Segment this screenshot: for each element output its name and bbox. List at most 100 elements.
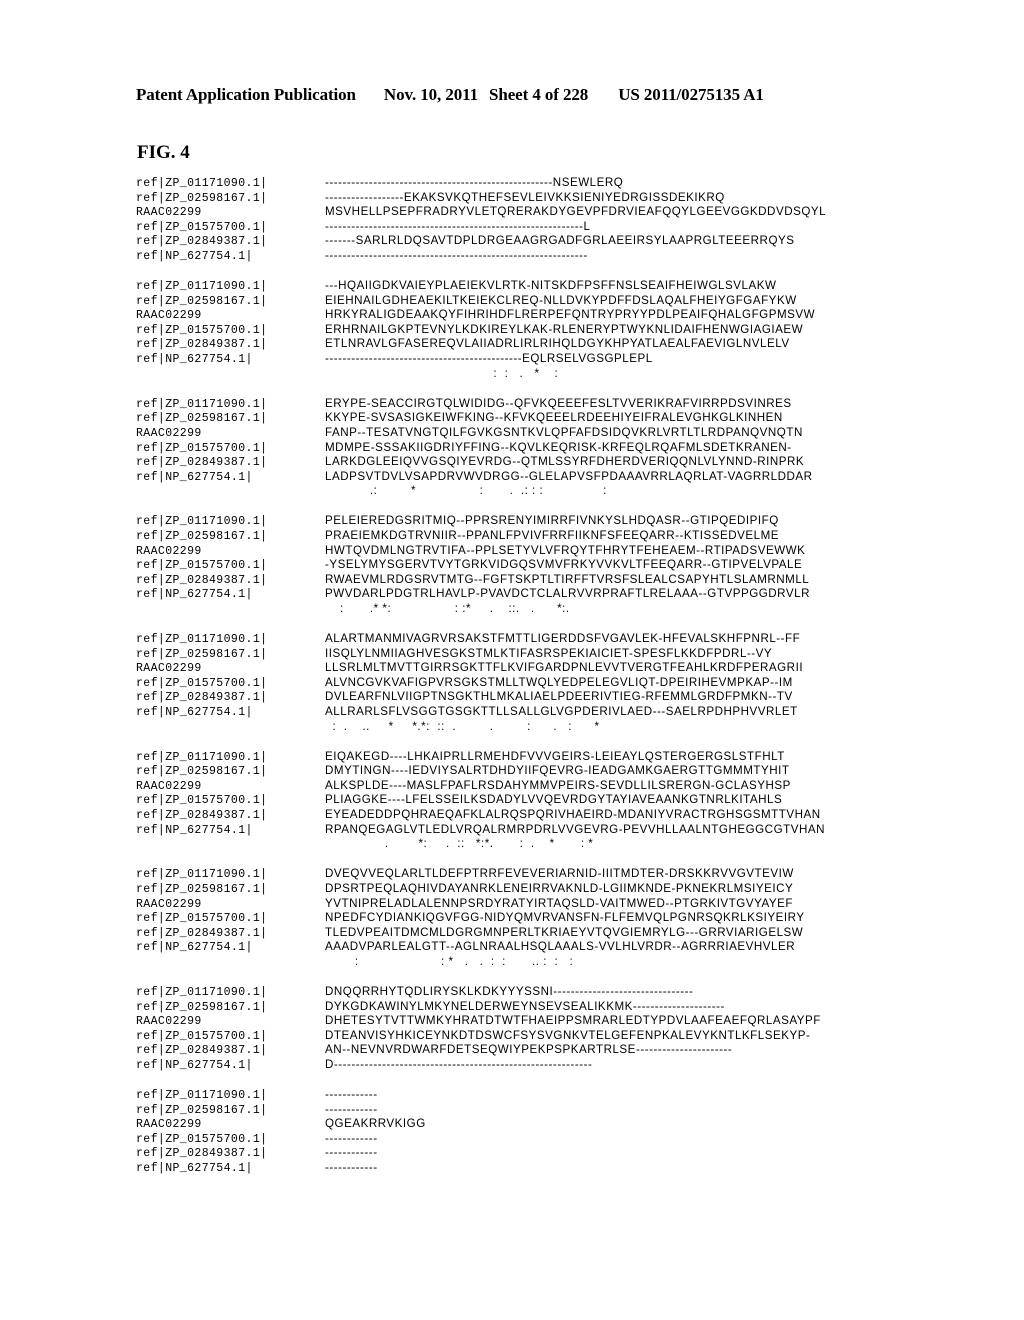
alignment-row: ref|ZP_01171090.1| EIQAKEGD----LHKAIPRLLR…	[136, 750, 936, 765]
sequence-label: ref|ZP_02849387.1|	[136, 235, 268, 249]
sequence-label: ref|ZP_02598167.1|	[136, 1000, 268, 1014]
sequence-text: IISQLYLNMIIAGHVESGKSTMLKTIFASRSPEKIAICIE…	[325, 646, 773, 660]
alignment-row: ref|NP_627754.1| PWVDARLPDGTRLHAVLP-PVAVD…	[136, 587, 936, 602]
alignment-row: ref|ZP_02598167.1| ------------------EKAK…	[136, 191, 936, 206]
alignment-row: ref|ZP_01575700.1| ALVNCGVKVAFIGPVRSGKSTM…	[136, 676, 936, 691]
sequence-label: ref|ZP_02598167.1|	[136, 882, 268, 896]
alignment-row: RAAC02299 DHETESYTVTTWMKYHRATDTWTFHAEIPPS…	[136, 1014, 936, 1029]
alignment-row: ref|ZP_01575700.1| ----------------------…	[136, 220, 936, 235]
alignment-row: ref|ZP_01171090.1| DNQQRRHYTQDLIRYSKLKDKY…	[136, 985, 936, 1000]
alignment-row: ref|ZP_01171090.1| ERYPE-SEACCIRGTQLWIDID…	[136, 397, 936, 412]
sequence-label: ref|ZP_01575700.1|	[136, 676, 268, 690]
alignment-block: ref|ZP_01171090.1| ---HQAIIGDKVAIEYPLAEIE…	[136, 279, 936, 381]
alignment-row: ref|ZP_02849387.1| TLEDVPEAITDMCMLDGRGMNP…	[136, 926, 936, 941]
alignment-row: RAAC02299 HWTQVDMLNGTRVTIFA--PPLSETYVLVFR…	[136, 544, 936, 559]
sequence-label: ref|NP_627754.1|	[136, 588, 253, 602]
alignment-row: ref|ZP_01171090.1| DVEQVVEQLARLTLDEFPTRRF…	[136, 867, 936, 882]
alignment-row: ref|NP_627754.1| ------------	[136, 1161, 936, 1176]
header-patent-number: US 2011/0275135 A1	[618, 85, 764, 104]
alignment-row: ref|ZP_01575700.1| -YSELYMYSGERVTVYTGRKVI…	[136, 558, 936, 573]
sequence-label: ref|ZP_01575700.1|	[136, 912, 268, 926]
sequence-text: ----------------------------------------…	[325, 219, 591, 233]
sequence-text: ERHRNAILGKPTEVNYLKDKIREYLKAK-RLENERYPTWY…	[325, 322, 804, 336]
sequence-label: ref|ZP_02849387.1|	[136, 573, 268, 587]
conservation-row: : . .. * *.*: :: . . : . : *	[136, 720, 936, 735]
sequence-label: ref|ZP_02598167.1|	[136, 294, 268, 308]
sequence-text: ----------------------------------------…	[325, 176, 624, 189]
sequence-text: YVTNIPRELADLALENNPSRDYRATYIRTAQSLD-VAITM…	[325, 896, 793, 910]
conservation-symbols: : .* *: : :* . ::. . *:.	[325, 601, 570, 615]
alignment-block: ref|ZP_01171090.1| PELEIEREDGSRITMIQ--PPR…	[136, 514, 936, 616]
sequence-label: RAAC02299	[136, 309, 202, 323]
sequence-label: ref|ZP_02598167.1|	[136, 765, 268, 779]
sequence-text: DTEANVISYHKICEYNKDTDSWCFSYSVGNKVTELGEFEN…	[325, 1028, 811, 1042]
sequence-text: TLEDVPEAITDMCMLDGRGMNPERLTKRIAEYVTQVGIEM…	[325, 925, 804, 939]
alignment-row: RAAC02299 LLSRLMLTMVTTGIRRSGKTTFLKVIFGARD…	[136, 661, 936, 676]
sequence-text: DVLEARFNLVIIGPTNSGKTHLMKALIAELPDEERIVTIE…	[325, 690, 793, 704]
sequence-label: ref|ZP_02598167.1|	[136, 647, 268, 661]
alignment-row: RAAC02299 QGEAKRRVKIGG	[136, 1117, 936, 1132]
alignment-row: RAAC02299 HRKYRALIGDEAAKQYFIHRIHDFLRERPEF…	[136, 308, 936, 323]
alignment-row: ref|ZP_02598167.1| ------------	[136, 1103, 936, 1118]
alignment-row: ref|NP_627754.1| ------------------------…	[136, 352, 936, 367]
sequence-label: ref|ZP_01575700.1|	[136, 441, 268, 455]
sequence-text: ----------------------------------------…	[325, 248, 588, 262]
sequence-label: ref|NP_627754.1|	[136, 1058, 253, 1072]
sequence-text: PWVDARLPDGTRLHAVLP-PVAVDCTCLALRVVRPRAFTL…	[325, 587, 810, 601]
sequence-label: ref|NP_627754.1|	[136, 353, 253, 367]
sequence-label: RAAC02299	[136, 662, 202, 676]
sequence-label: ref|ZP_01575700.1|	[136, 220, 268, 234]
sequence-text: ----------------------------------------…	[325, 352, 653, 366]
alignment-row: ref|ZP_02849387.1| ETLNRAVLGFASEREQVLAIIA…	[136, 337, 936, 352]
alignment-row: ref|ZP_01575700.1| MDMPE-SSSAKIIGDRIYFFIN…	[136, 441, 936, 456]
alignment-row: ref|ZP_02598167.1| DYKGDKAWINYLMKYNELDERW…	[136, 1000, 936, 1015]
figure-label: FIG. 4	[137, 142, 190, 163]
sequence-text: MSVHELLPSEPFRADRYVLETQRERAKDYGEVPFDRVIEA…	[325, 205, 827, 219]
sequence-label: ref|ZP_01171090.1|	[136, 986, 268, 999]
sequence-label: ref|ZP_01171090.1|	[136, 633, 268, 647]
alignment-row: ref|NP_627754.1| ------------------------…	[136, 249, 936, 264]
conservation-row: . *: . :: *:*. : . * : *	[136, 837, 936, 852]
alignment-row: ref|ZP_01171090.1| ALARTMANMIVAGRVRSAKSTF…	[136, 632, 936, 647]
sequence-text: -------SARLRLDQSAVTDPLDRGEAAGRGADFGRLAEE…	[325, 234, 795, 248]
alignment-row: ref|ZP_01171090.1| ----------------------…	[136, 176, 936, 191]
sequence-label: ref|ZP_02849387.1|	[136, 926, 268, 940]
alignment-row: ref|ZP_02849387.1| AN--NEVNVRDWARFDETSEQW…	[136, 1043, 936, 1058]
header-publication: Patent Application Publication	[136, 85, 356, 104]
sequence-label: ref|ZP_01575700.1|	[136, 323, 268, 337]
sequence-text: EYEADEDDPQHRAEQAFKLALRQSPQRIVHAEIRD-MDAN…	[325, 808, 821, 822]
sequence-label: ref|ZP_01575700.1|	[136, 1132, 268, 1146]
alignment-row: ref|ZP_02598167.1| DPSRTPEQLAQHIVDAYANRKL…	[136, 882, 936, 897]
sequence-alignment: ref|ZP_01171090.1| ----------------------…	[136, 176, 936, 1176]
sequence-label: ref|NP_627754.1|	[136, 706, 253, 719]
sequence-text: EIQAKEGD----LHKAIPRLLRMEHDFVVVGEIRS-LEIE…	[325, 749, 785, 763]
conservation-symbols: : : * . . : : .. : : :	[325, 954, 574, 968]
sequence-label: ref|ZP_01171090.1|	[136, 397, 268, 411]
sequence-label: ref|NP_627754.1|	[136, 823, 253, 837]
sequence-label: ref|ZP_02849387.1|	[136, 1147, 268, 1161]
sequence-label: ref|ZP_02598167.1|	[136, 1103, 268, 1117]
sequence-text: ------------	[325, 1146, 378, 1160]
sequence-label: ref|ZP_02598167.1|	[136, 412, 268, 426]
sequence-text: ------------	[325, 1161, 378, 1175]
sequence-label: RAAC02299	[136, 206, 202, 220]
sequence-label: ref|ZP_01575700.1|	[136, 1029, 268, 1043]
alignment-row: ref|ZP_02849387.1| DVLEARFNLVIIGPTNSGKTHL…	[136, 690, 936, 705]
alignment-row: RAAC02299 MSVHELLPSEPFRADRYVLETQRERAKDYGE…	[136, 205, 936, 220]
sequence-text: FANP--TESATVNGTQILFGVKGSNTKVLQPFAFDSIDQV…	[325, 425, 803, 439]
sequence-text: -YSELYMYSGERVTVYTGRKVIDGQSVMVFRKYVVKVLTF…	[325, 558, 803, 572]
sequence-label: ref|NP_627754.1|	[136, 249, 253, 263]
alignment-row: ref|ZP_01575700.1| ------------	[136, 1132, 936, 1147]
conservation-symbols: .: * : . .: : : :	[325, 484, 607, 498]
sequence-text: HRKYRALIGDEAAKQYFIHRIHDFLRERPEFQNTRYPRYY…	[325, 308, 816, 322]
alignment-row: RAAC02299 ALKSPLDE----MASLFPAFLRSDAHYMMVP…	[136, 779, 936, 794]
conservation-symbols: : . .. * *.*: :: . . : . : *	[325, 719, 600, 733]
alignment-block: ref|ZP_01171090.1| EIQAKEGD----LHKAIPRLLR…	[136, 750, 936, 852]
sequence-label: ref|NP_627754.1|	[136, 1162, 253, 1176]
sequence-text: DMYTINGN----IEDVIYSALRTDHDYIIFQEVRG-IEAD…	[325, 764, 790, 778]
conservation-row: : : * . . : : .. : : :	[136, 955, 936, 970]
alignment-row: ref|ZP_01575700.1| NPEDFCYDIANKIQGVFGG-NI…	[136, 911, 936, 926]
sequence-text: PLIAGGKE----LFELSSEILKSDADYLVVQEVRDGYTAY…	[325, 793, 783, 807]
sequence-label: ref|ZP_02598167.1|	[136, 191, 268, 205]
sequence-label: ref|ZP_02849387.1|	[136, 1044, 268, 1058]
